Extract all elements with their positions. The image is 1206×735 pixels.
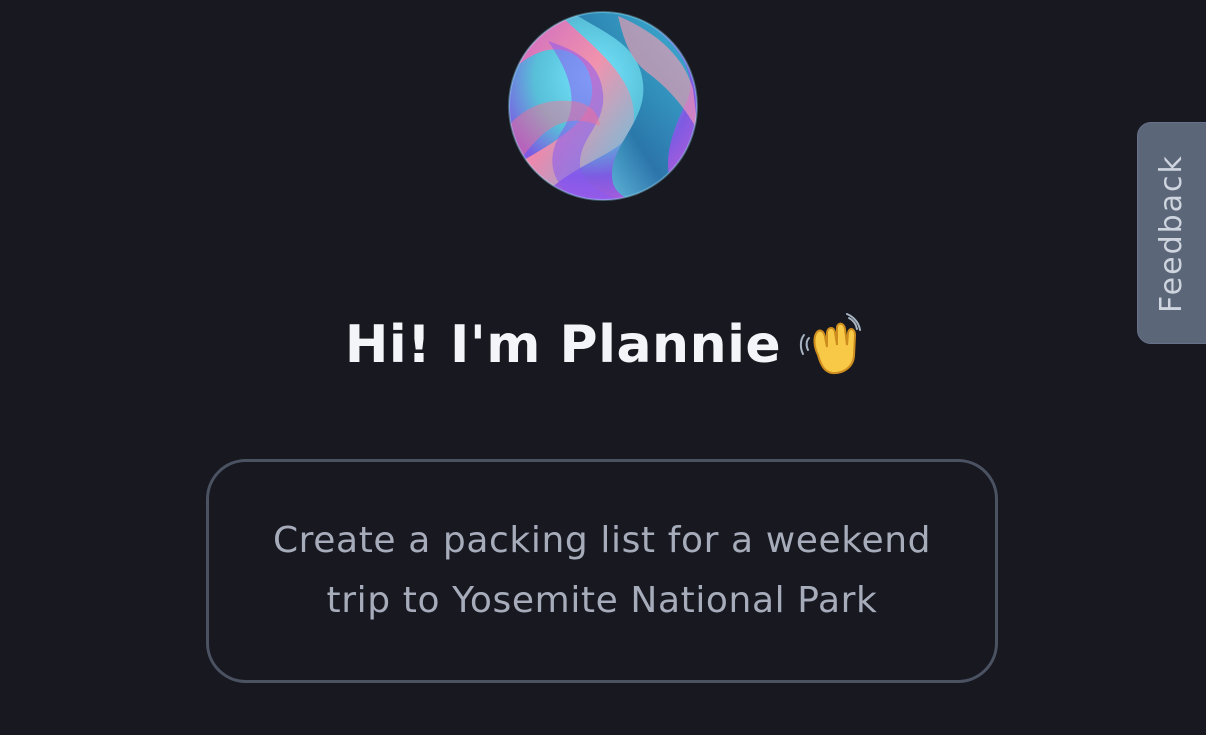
suggestion-prompt-text: Create a packing list for a weekend trip… [272, 520, 932, 621]
suggestion-prompt-button[interactable]: Create a packing list for a weekend trip… [206, 459, 998, 683]
waving-hand-icon [797, 313, 862, 377]
feedback-label: Feedback [1153, 153, 1189, 313]
chat-welcome-screen: Hi! I'm Plannie Create a packing list fo… [0, 0, 1206, 735]
assistant-avatar [508, 11, 698, 201]
feedback-tab-button[interactable]: Feedback [1137, 122, 1206, 344]
assistant-name-heading: Hi! I'm Plannie [344, 315, 782, 375]
gradient-orb-icon [508, 11, 698, 201]
assistant-greeting: Hi! I'm Plannie [0, 312, 1206, 378]
